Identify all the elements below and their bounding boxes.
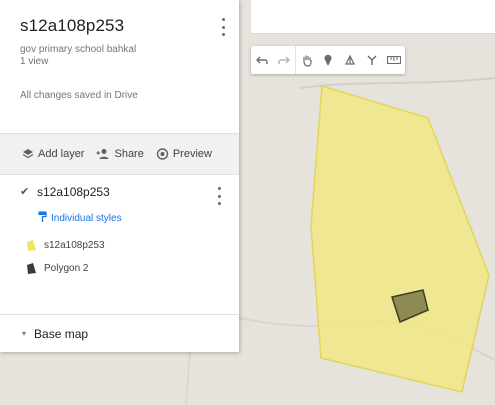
pan-hand-icon[interactable]	[295, 46, 317, 74]
paint-roller-icon	[38, 211, 47, 226]
add-layer-icon	[22, 148, 34, 160]
layer-section: ✔ s12a108p253 Individual styles s12a108p…	[0, 175, 239, 313]
layer-checkbox[interactable]: ✔	[20, 186, 31, 198]
individual-styles-link[interactable]: Individual styles	[38, 211, 239, 226]
add-layer-button[interactable]: Add layer	[22, 148, 84, 160]
feature-item-polygon-2[interactable]: Polygon 2	[26, 263, 239, 274]
undo-icon[interactable]	[251, 46, 273, 74]
save-status: All changes saved in Drive	[20, 90, 138, 101]
draw-line-icon[interactable]	[339, 46, 361, 74]
more-vert-icon[interactable]	[219, 18, 227, 36]
map-description[interactable]: gov primary school bahkal	[20, 44, 219, 56]
preview-button[interactable]: Preview	[156, 148, 212, 160]
layer-header: ✔ s12a108p253	[20, 185, 239, 199]
polygon-swatch-icon	[27, 240, 36, 251]
base-map-label: Base map	[34, 326, 89, 341]
map-actions: Add layer Share Preview	[0, 133, 239, 175]
layer-more-icon[interactable]	[215, 187, 223, 205]
ruler-icon[interactable]	[383, 46, 405, 74]
road-line	[185, 351, 191, 405]
eye-icon	[156, 148, 169, 160]
map-title[interactable]: s12a108p253	[20, 16, 219, 36]
map-toolbar	[251, 46, 405, 74]
feature-label: s12a108p253	[44, 240, 105, 251]
redo-icon[interactable]	[273, 46, 295, 74]
base-map-toggle[interactable]: ▾ Base map	[0, 314, 239, 352]
add-layer-label: Add layer	[38, 148, 85, 160]
polygon-s12a108p253[interactable]	[310, 85, 490, 393]
road-line	[299, 77, 495, 89]
share-label: Share	[114, 148, 144, 160]
polygon-swatch-icon	[27, 263, 36, 274]
preview-label: Preview	[172, 148, 212, 160]
feature-label: Polygon 2	[44, 263, 89, 274]
layer-name[interactable]: s12a108p253	[37, 185, 110, 199]
expand-arrow-icon: ▾	[22, 329, 27, 338]
add-marker-icon[interactable]	[317, 46, 339, 74]
map-header: s12a108p253 gov primary school bahkal 1 …	[0, 0, 239, 133]
styles-label: Individual styles	[51, 213, 122, 224]
feature-item-s12a108p253[interactable]: s12a108p253	[26, 240, 239, 251]
layers-panel: s12a108p253 gov primary school bahkal 1 …	[0, 0, 239, 352]
directions-icon[interactable]	[361, 46, 383, 74]
share-button[interactable]: Share	[96, 148, 144, 160]
top-bar	[251, 0, 495, 34]
view-count: 1 view	[20, 56, 49, 67]
add-person-icon	[96, 148, 110, 160]
